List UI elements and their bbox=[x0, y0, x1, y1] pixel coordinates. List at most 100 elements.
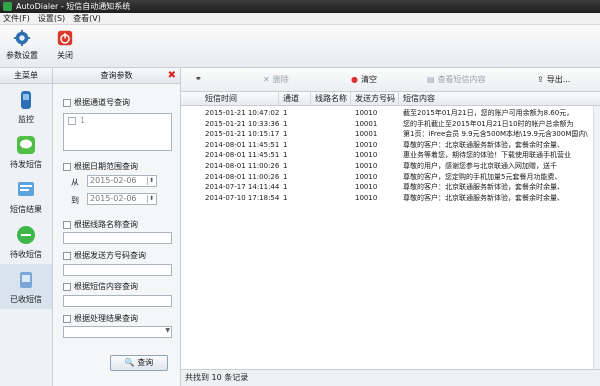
power-icon bbox=[57, 30, 73, 46]
record-toolbar: ⚭ ✕ 删除 ● 清空 ▤ 查看短信内容 ⇪ 导出... bbox=[181, 68, 600, 92]
checkbox-box[interactable] bbox=[63, 282, 71, 291]
monitor-icon bbox=[21, 91, 31, 109]
checkbox-box[interactable] bbox=[63, 251, 71, 260]
menu-file[interactable]: 文件(F) bbox=[3, 13, 30, 24]
query-panel-title: 查询参数 bbox=[100, 71, 133, 80]
content-input[interactable] bbox=[63, 295, 172, 307]
sidebar-item-label: 待发短信 bbox=[10, 160, 42, 169]
binoculars-button[interactable]: ⚭ bbox=[195, 74, 202, 83]
checkbox-box[interactable] bbox=[63, 220, 71, 229]
line-name-checkbox[interactable]: 根据线路名称查询 bbox=[63, 219, 138, 230]
sidebar-item-pending-sms[interactable]: 待发短信 bbox=[0, 129, 52, 174]
sidebar-item-label: 已收短信 bbox=[10, 295, 42, 304]
cell-sender: 10001 bbox=[355, 119, 378, 128]
settings-label: 参数设置 bbox=[6, 51, 38, 60]
channel-checkbox[interactable]: 根据通道号查询 bbox=[63, 97, 130, 108]
table-row[interactable]: 2014-08-01 11:45:51 1 10010 惠业务等着您，期待您的体验！下… bbox=[181, 150, 593, 160]
sms-result-icon bbox=[18, 182, 34, 196]
from-date-picker[interactable]: 2015-02-06 ⬍ bbox=[87, 175, 157, 187]
table-row[interactable]: 2015-01-21 10:33:36 1 10001 您的手机截止至2015年01月… bbox=[181, 119, 593, 129]
cell-content: 您的手机截止至2015年01月21日10时的帐户总余额为 bbox=[403, 119, 574, 128]
table-row[interactable]: 2014-07-17 14:11:44 1 10010 尊敬的客户：北京联通服务新体验… bbox=[181, 182, 593, 192]
cell-sender: 10001 bbox=[355, 130, 378, 139]
cell-content: 尊敬的客户：北京联通服务新体验，套餐余时余量、 bbox=[403, 183, 564, 192]
cell-time: 2014-08-01 11:00:26 bbox=[205, 172, 280, 181]
main-panel: ⚭ ✕ 删除 ● 清空 ▤ 查看短信内容 ⇪ 导出... 短信时间 通道 线路名… bbox=[181, 68, 600, 386]
cell-content: 尊敬的用户，感谢您参与北京联通入网加赠，送千 bbox=[403, 162, 557, 170]
app-icon bbox=[3, 2, 12, 11]
cell-content: 截至2015年01月21日，您的账户可用余额为8.60元， bbox=[403, 109, 574, 117]
table-row[interactable]: 2015-01-21 10:47:02 1 10010 截至2015年01月21日，您… bbox=[181, 108, 593, 118]
column-header-content[interactable]: 短信内容 bbox=[399, 92, 593, 106]
sidebar-item-label: 监控 bbox=[18, 115, 34, 124]
delete-icon: ✕ bbox=[263, 75, 270, 84]
chevron-down-icon: ▼ bbox=[165, 327, 170, 334]
table-row[interactable]: 2014-08-01 11:45:51 1 10010 尊敬的客户：北京联通服务新体验… bbox=[181, 140, 593, 150]
column-header-channel[interactable]: 通道 bbox=[279, 92, 311, 106]
column-header-line[interactable]: 线路名称 bbox=[311, 92, 351, 106]
from-date-value: 2015-02-06 bbox=[90, 176, 137, 185]
export-label: 导出... bbox=[546, 75, 571, 84]
view-content-button[interactable]: ▤ 查看短信内容 bbox=[427, 74, 486, 85]
result-select[interactable]: ▼ bbox=[63, 326, 172, 338]
sender-checkbox-label: 根据发送方号码查询 bbox=[74, 251, 146, 260]
clear-button[interactable]: ● 清空 bbox=[351, 74, 377, 85]
result-checkbox[interactable]: 根据处理结果查询 bbox=[63, 313, 138, 324]
line-name-checkbox-label: 根据线路名称查询 bbox=[74, 220, 138, 229]
cell-time: 2014-07-17 14:11:44 bbox=[205, 183, 280, 192]
sidebar-item-sms-result[interactable]: 短信结果 bbox=[0, 174, 52, 219]
vertical-scrollbar[interactable] bbox=[593, 106, 600, 369]
content-checkbox-label: 根据短信内容查询 bbox=[74, 282, 138, 291]
pending-sms-icon bbox=[17, 136, 35, 154]
close-button[interactable]: 关闭 bbox=[45, 29, 85, 61]
to-date-picker[interactable]: 2015-02-06 ⬍ bbox=[87, 193, 157, 205]
view-icon: ▤ bbox=[427, 75, 435, 84]
cell-content: 尊敬的客户，您定购的手机加量5元套餐月功能费、 bbox=[403, 172, 562, 181]
checkbox-box[interactable] bbox=[63, 98, 71, 107]
channel-list[interactable]: 1 bbox=[63, 113, 172, 151]
spinner-icon[interactable]: ⬍ bbox=[147, 195, 155, 203]
checkbox-box[interactable] bbox=[63, 314, 71, 323]
checkbox-box[interactable] bbox=[63, 162, 71, 171]
sidebar-item-monitor[interactable]: 监控 bbox=[0, 84, 52, 129]
table-row[interactable]: 2014-07-10 17:18:54 1 10010 尊敬的客户：北京联通服务新体验… bbox=[181, 193, 593, 203]
column-header-time[interactable]: 短信时间 bbox=[201, 92, 279, 106]
cell-sender: 10010 bbox=[355, 109, 378, 117]
cell-channel: 1 bbox=[283, 151, 288, 160]
table-row[interactable]: 2014-08-01 11:00:26 1 10010 尊敬的用户，感谢您参与北京联通… bbox=[181, 161, 593, 171]
cell-channel: 1 bbox=[283, 183, 288, 192]
sender-checkbox[interactable]: 根据发送方号码查询 bbox=[63, 250, 146, 261]
settings-button[interactable]: 参数设置 bbox=[2, 29, 42, 61]
sidebar-item-incoming-sms[interactable]: 待收短信 bbox=[0, 219, 52, 264]
menu-view[interactable]: 查看(V) bbox=[73, 13, 101, 24]
search-button[interactable]: 🔍 查询 bbox=[110, 355, 168, 371]
cell-content: 惠业务等着您，期待您的体验！下载使用联通手机营业 bbox=[403, 151, 571, 160]
table-row[interactable]: 2014-08-01 11:00:26 1 10010 尊敬的客户，您定购的手机加量5… bbox=[181, 172, 593, 182]
export-button[interactable]: ⇪ 导出... bbox=[537, 74, 570, 85]
table-row[interactable]: 2015-01-21 10:15:17 1 10001 第1页：iFree会员 9.9… bbox=[181, 129, 593, 139]
menu-settings[interactable]: 设置(S) bbox=[38, 13, 65, 24]
cell-time: 2014-08-01 11:45:51 bbox=[205, 140, 280, 149]
content-checkbox[interactable]: 根据短信内容查询 bbox=[63, 281, 138, 292]
line-name-input[interactable] bbox=[63, 232, 172, 244]
spinner-icon[interactable]: ⬍ bbox=[147, 177, 155, 185]
cell-sender: 10010 bbox=[355, 183, 378, 192]
column-header-sender[interactable]: 发送方号码 bbox=[351, 92, 399, 106]
received-sms-icon bbox=[20, 272, 32, 288]
cell-sender: 10010 bbox=[355, 151, 378, 160]
close-icon[interactable]: ✖ bbox=[168, 68, 176, 84]
delete-button[interactable]: ✕ 删除 bbox=[263, 74, 289, 85]
sender-input[interactable] bbox=[63, 264, 172, 276]
list-item[interactable]: 1 bbox=[64, 114, 171, 127]
sidebar: 主菜单 监控 待发短信 短信结果 待收短信 已收短信 bbox=[0, 68, 53, 386]
sidebar-item-received-sms[interactable]: 已收短信 bbox=[0, 264, 52, 309]
cell-sender: 10010 bbox=[355, 172, 378, 181]
checkbox-box[interactable] bbox=[68, 116, 76, 125]
record-count: 共找到 10 条记录 bbox=[185, 373, 249, 382]
sidebar-header: 主菜单 bbox=[0, 68, 52, 84]
cell-channel: 1 bbox=[283, 130, 288, 139]
date-range-checkbox[interactable]: 根据日期范围查询 bbox=[63, 161, 138, 172]
cell-content: 尊敬的客户：北京联通服务新体验，套餐余时余量、 bbox=[403, 193, 564, 202]
menu-bar: 文件(F) 设置(S) 查看(V) bbox=[0, 13, 600, 25]
binoculars-icon: ⚭ bbox=[195, 74, 202, 83]
